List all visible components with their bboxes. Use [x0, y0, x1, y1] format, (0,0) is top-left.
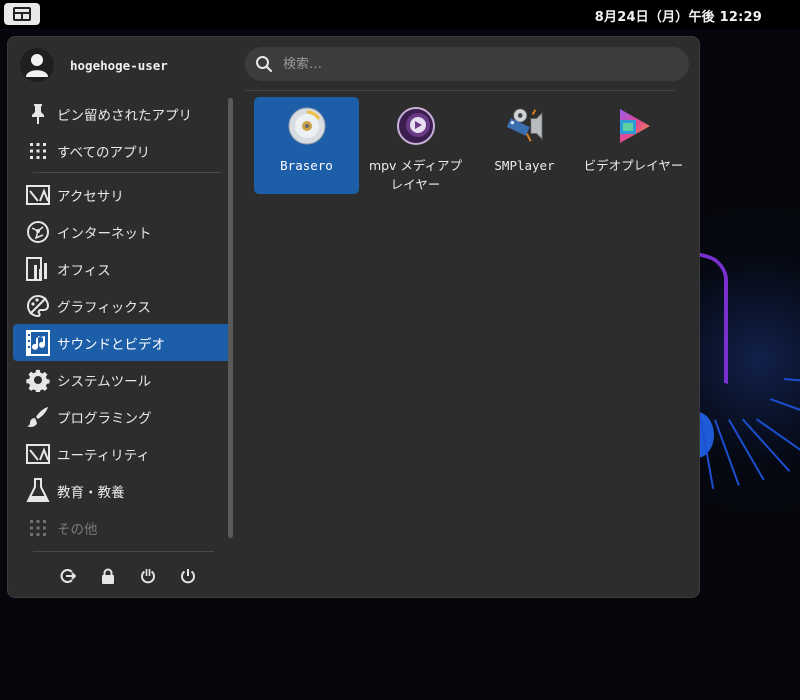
sidebar-item-office[interactable]: オフィス — [13, 250, 233, 287]
graphics-icon — [25, 293, 51, 319]
sidebar-item-label: その他 — [57, 521, 98, 538]
video-player-icon — [613, 105, 655, 147]
app-grid: Brasero mpv メディアプレイヤー SMPlayer ビデオプレイヤー — [254, 97, 690, 194]
sidebar-item-label: ピン留めされたアプリ — [57, 107, 192, 124]
clock[interactable]: 8月24日（月）午後 12:29 — [595, 6, 762, 25]
username: hogehoge-user — [70, 57, 168, 73]
suspend-button[interactable] — [128, 563, 168, 589]
sidebar-item-utilities[interactable]: ユーティリティ — [13, 435, 233, 472]
sidebar-item-accessories[interactable]: アクセサリ — [13, 176, 233, 213]
lock-icon — [102, 568, 114, 584]
sidebar-item-label: サウンドとビデオ — [57, 336, 165, 353]
sidebar-item-label: プログラミング — [57, 410, 152, 427]
sidebar-item-programming[interactable]: プログラミング — [13, 398, 233, 435]
session-actions — [48, 563, 208, 589]
suspend-icon — [141, 569, 155, 584]
sidebar-scrollbar[interactable] — [228, 98, 233, 538]
sidebar-item-education[interactable]: 教育・教養 — [13, 472, 233, 509]
mpv-icon — [395, 105, 437, 147]
sidebar-item-label: 教育・教養 — [57, 484, 125, 501]
app-menu-icon — [13, 7, 31, 21]
user-profile[interactable]: hogehoge-user — [20, 47, 168, 83]
activities-button[interactable] — [4, 3, 40, 25]
utilities-icon — [25, 441, 51, 467]
application-menu: hogehoge-user ピン留めされたアプリ すべてのアプリ アクセサ — [7, 36, 700, 598]
divider — [33, 172, 221, 173]
top-bar: 8月24日（月）午後 12:29 — [0, 0, 800, 29]
app-tile-video-player[interactable]: ビデオプレイヤー — [581, 97, 686, 194]
office-icon — [25, 256, 51, 282]
user-icon — [26, 54, 48, 77]
gear-icon — [25, 367, 51, 393]
sidebar-item-label: アクセサリ — [57, 188, 124, 205]
divider — [33, 551, 214, 552]
search-input[interactable] — [281, 55, 689, 73]
power-button[interactable] — [168, 563, 208, 589]
app-label: mpv メディアプレイヤー — [368, 158, 463, 192]
sidebar-item-all-apps[interactable]: すべてのアプリ — [13, 132, 233, 169]
sidebar-item-label: ユーティリティ — [57, 447, 150, 464]
sidebar-item-system-tools[interactable]: システムツール — [13, 361, 233, 398]
search-box[interactable] — [245, 47, 689, 81]
programming-icon — [25, 404, 51, 430]
flask-icon — [25, 477, 51, 504]
sidebar-item-graphics[interactable]: グラフィックス — [13, 287, 233, 324]
internet-icon — [25, 219, 51, 245]
avatar — [20, 48, 54, 82]
power-icon — [181, 569, 195, 584]
app-label: Brasero — [280, 158, 333, 173]
search-icon — [256, 56, 273, 73]
sidebar-item-sound-video[interactable]: サウンドとビデオ — [13, 324, 233, 361]
sound-video-icon — [25, 329, 51, 356]
app-tile-mpv[interactable]: mpv メディアプレイヤー — [363, 97, 468, 194]
logout-icon — [60, 569, 76, 583]
smplayer-icon — [504, 105, 546, 147]
app-tile-brasero[interactable]: Brasero — [254, 97, 359, 194]
sidebar-item-label: すべてのアプリ — [57, 144, 151, 161]
pin-icon — [25, 101, 51, 127]
lock-button[interactable] — [88, 563, 128, 589]
divider — [245, 90, 675, 91]
app-label: ビデオプレイヤー — [583, 158, 684, 173]
accessories-icon — [25, 182, 51, 208]
sidebar-item-pinned[interactable]: ピン留めされたアプリ — [13, 95, 233, 132]
category-sidebar: ピン留めされたアプリ すべてのアプリ アクセサリ インターネット オフィス グラ… — [13, 95, 233, 546]
app-label: SMPlayer — [494, 158, 555, 173]
sidebar-item-other[interactable]: その他 — [13, 509, 233, 546]
sidebar-item-label: システムツール — [57, 373, 152, 390]
sidebar-item-label: グラフィックス — [57, 299, 151, 316]
app-tile-smplayer[interactable]: SMPlayer — [472, 97, 577, 194]
wallpaper-rays — [700, 378, 800, 560]
sidebar-item-label: インターネット — [57, 225, 152, 242]
grid-icon — [25, 138, 51, 164]
logout-button[interactable] — [48, 563, 88, 589]
brasero-icon — [286, 105, 328, 147]
sidebar-item-label: オフィス — [57, 262, 111, 279]
sidebar-item-internet[interactable]: インターネット — [13, 213, 233, 250]
grid-icon — [25, 515, 51, 541]
